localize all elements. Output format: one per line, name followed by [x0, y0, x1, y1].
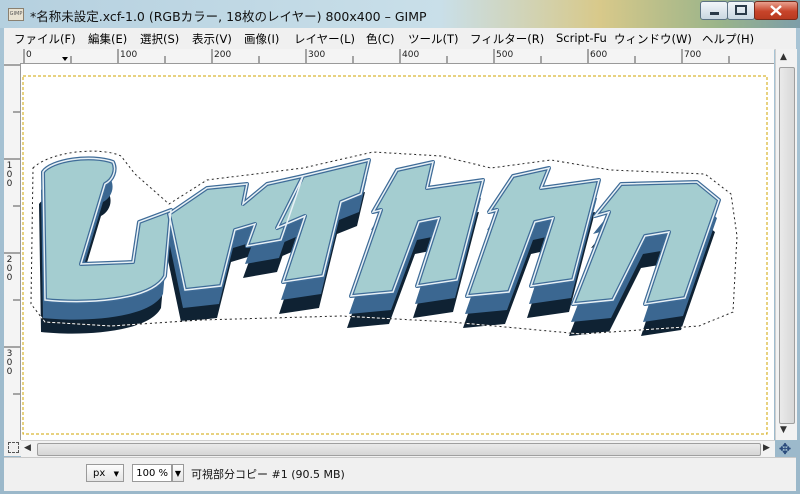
window-title: *名称未設定.xcf-1.0 (RGBカラー, 18枚のレイヤー) 800x40… [30, 9, 427, 24]
menu-file[interactable]: ファイル(F) [14, 31, 76, 47]
ruler-label-200: 200 [214, 50, 232, 60]
maximize-icon [735, 5, 747, 15]
scroll-left-icon[interactable]: ◀ [24, 443, 31, 453]
gimp-app-icon[interactable]: GIMP [8, 8, 24, 21]
ruler-label-700: 700 [684, 50, 702, 60]
quickmask-icon [8, 442, 19, 453]
menu-help[interactable]: ヘルプ(H) [702, 31, 754, 47]
menu-select[interactable]: 選択(S) [140, 31, 179, 47]
ruler-label-v300: 300 [6, 349, 13, 377]
menu-edit[interactable]: 編集(E) [88, 31, 127, 47]
horizontal-scroll-thumb[interactable] [37, 443, 761, 456]
ruler-label-100: 100 [120, 50, 138, 60]
scroll-down-icon[interactable]: ▼ [780, 425, 787, 435]
menu-filters[interactable]: フィルター(R) [470, 31, 544, 47]
gimp-window: GIMP *名称未設定.xcf-1.0 (RGBカラー, 18枚のレイヤー) 8… [0, 0, 800, 494]
unit-value: px [93, 468, 106, 479]
ruler-label-v100: 100 [6, 161, 13, 189]
ruler-label-400: 400 [402, 50, 420, 60]
menu-view[interactable]: 表示(V) [192, 31, 232, 47]
vertical-scrollbar[interactable]: ▲ ▼ [775, 49, 797, 440]
close-button[interactable] [754, 1, 798, 20]
chevron-down-icon: ▼ [113, 470, 119, 478]
quickmask-toggle[interactable] [4, 440, 21, 456]
menu-layer[interactable]: レイヤー(L) [294, 31, 355, 47]
status-message: 可視部分コピー #1 (90.5 MB) [191, 468, 345, 481]
minimize-button[interactable] [700, 1, 728, 20]
close-icon [770, 5, 782, 16]
menu-bar: ファイル(F) 編集(E) 選択(S) 表示(V) 画像(I) レイヤー(L) … [4, 28, 796, 50]
vertical-scroll-thumb[interactable] [779, 67, 795, 424]
title-bar[interactable]: GIMP *名称未設定.xcf-1.0 (RGBカラー, 18枚のレイヤー) 8… [0, 0, 800, 28]
scroll-up-icon[interactable]: ▲ [780, 52, 787, 62]
menu-script-fu[interactable]: Script-Fu [556, 31, 607, 45]
zoom-dropdown-icon[interactable]: ▼ [172, 464, 184, 482]
maximize-button[interactable] [727, 1, 755, 20]
ruler-ticks [4, 64, 20, 395]
ruler-label-300: 300 [308, 50, 326, 60]
horizontal-scrollbar[interactable]: ◀ ▶ [21, 440, 775, 457]
artwork-layer [22, 75, 768, 435]
minimize-icon [710, 12, 719, 15]
vertical-ruler[interactable]: 100 200 300 [4, 63, 21, 440]
horizontal-ruler[interactable]: 0 100 200 300 400 500 600 700 [22, 49, 774, 64]
navigate-icon[interactable]: ✥ [777, 441, 793, 457]
zoom-field[interactable]: 100 % [132, 464, 172, 482]
scroll-right-icon[interactable]: ▶ [763, 443, 770, 453]
ruler-label-v200: 200 [6, 255, 13, 283]
ruler-label-0: 0 [26, 50, 32, 60]
ruler-label-500: 500 [496, 50, 514, 60]
menu-tools[interactable]: ツール(T) [408, 31, 459, 47]
menu-image[interactable]: 画像(I) [244, 31, 279, 47]
status-bar: px ▼ 100 % ▼ 可視部分コピー #1 (90.5 MB) [4, 457, 796, 491]
unit-selector[interactable]: px ▼ [86, 464, 124, 482]
menu-colors[interactable]: 色(C) [366, 31, 395, 47]
ruler-corner[interactable] [4, 49, 23, 64]
ruler-label-600: 600 [590, 50, 608, 60]
menu-windows[interactable]: ウィンドウ(W) [614, 31, 692, 47]
image-canvas[interactable] [21, 64, 774, 440]
